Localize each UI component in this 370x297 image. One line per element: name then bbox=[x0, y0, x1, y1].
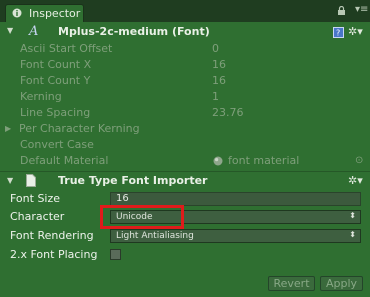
dropdown-arrow-icon: ⬍ bbox=[349, 211, 356, 220]
kerning-foldout-icon[interactable]: ▶ bbox=[5, 124, 11, 133]
character-label: Character bbox=[10, 210, 65, 223]
font-placing-label: 2.x Font Placing bbox=[10, 248, 98, 261]
font-asset-icon: A bbox=[28, 24, 38, 37]
line-spacing-value: 23.76 bbox=[212, 106, 244, 119]
tab-label: Inspector bbox=[29, 7, 81, 20]
material-sphere-icon bbox=[213, 156, 223, 166]
convert-case-label: Convert Case bbox=[20, 138, 94, 151]
font-section-title: Mplus-2c-medium (Font) bbox=[58, 25, 210, 38]
info-icon bbox=[12, 8, 22, 18]
font-size-label: Font Size bbox=[10, 192, 61, 205]
apply-button[interactable]: Apply bbox=[320, 276, 363, 291]
lock-icon[interactable] bbox=[337, 6, 346, 15]
font-count-x-label: Font Count X bbox=[20, 58, 92, 71]
font-section-header: ▼ A Mplus-2c-medium (Font) ? ✲▾ bbox=[0, 22, 370, 42]
default-material-label: Default Material bbox=[20, 154, 109, 167]
importer-section-title: True Type Font Importer bbox=[58, 174, 208, 187]
revert-button[interactable]: Revert bbox=[268, 276, 315, 291]
importer-gear-icon[interactable]: ✲▾ bbox=[348, 174, 363, 187]
help-book-icon[interactable]: ? bbox=[333, 27, 344, 38]
foldout-arrow-icon[interactable]: ▼ bbox=[7, 26, 13, 35]
default-material-value: font material bbox=[228, 154, 300, 167]
object-picker-icon[interactable]: ⊙ bbox=[355, 155, 363, 166]
importer-foldout-icon[interactable]: ▼ bbox=[7, 176, 13, 185]
ascii-start-offset-label: Ascii Start Offset bbox=[20, 42, 113, 55]
font-count-x-value: 16 bbox=[212, 58, 226, 71]
tab-bar: Inspector ▾≡ bbox=[0, 0, 370, 22]
font-placing-checkbox[interactable] bbox=[110, 249, 121, 260]
svg-text:?: ? bbox=[336, 29, 340, 38]
per-character-kerning-label: Per Character Kerning bbox=[19, 122, 140, 135]
font-count-y-value: 16 bbox=[212, 74, 226, 87]
svg-text:A: A bbox=[28, 24, 38, 37]
kerning-label: Kerning bbox=[20, 90, 62, 103]
font-rendering-value: Light Antialiasing bbox=[116, 231, 194, 241]
settings-gear-icon[interactable]: ✲▾ bbox=[348, 25, 363, 38]
font-rendering-label: Font Rendering bbox=[10, 229, 94, 242]
importer-section-header: ▼ True Type Font Importer ✲▾ bbox=[0, 172, 370, 190]
font-count-y-label: Font Count Y bbox=[20, 74, 91, 87]
ascii-start-offset-value: 0 bbox=[212, 42, 219, 55]
file-icon bbox=[26, 174, 36, 187]
tab-menu-icon[interactable]: ▾≡ bbox=[355, 5, 368, 15]
font-size-field[interactable]: 16 bbox=[110, 192, 361, 206]
line-spacing-label: Line Spacing bbox=[20, 106, 91, 119]
tab-inspector[interactable]: Inspector bbox=[5, 4, 84, 22]
font-size-value: 16 bbox=[116, 193, 129, 204]
red-highlight-box bbox=[100, 205, 184, 229]
dropdown-arrow-icon: ⬍ bbox=[349, 230, 356, 239]
font-rendering-dropdown[interactable]: Light Antialiasing ⬍ bbox=[110, 229, 361, 243]
kerning-value: 1 bbox=[212, 90, 219, 103]
